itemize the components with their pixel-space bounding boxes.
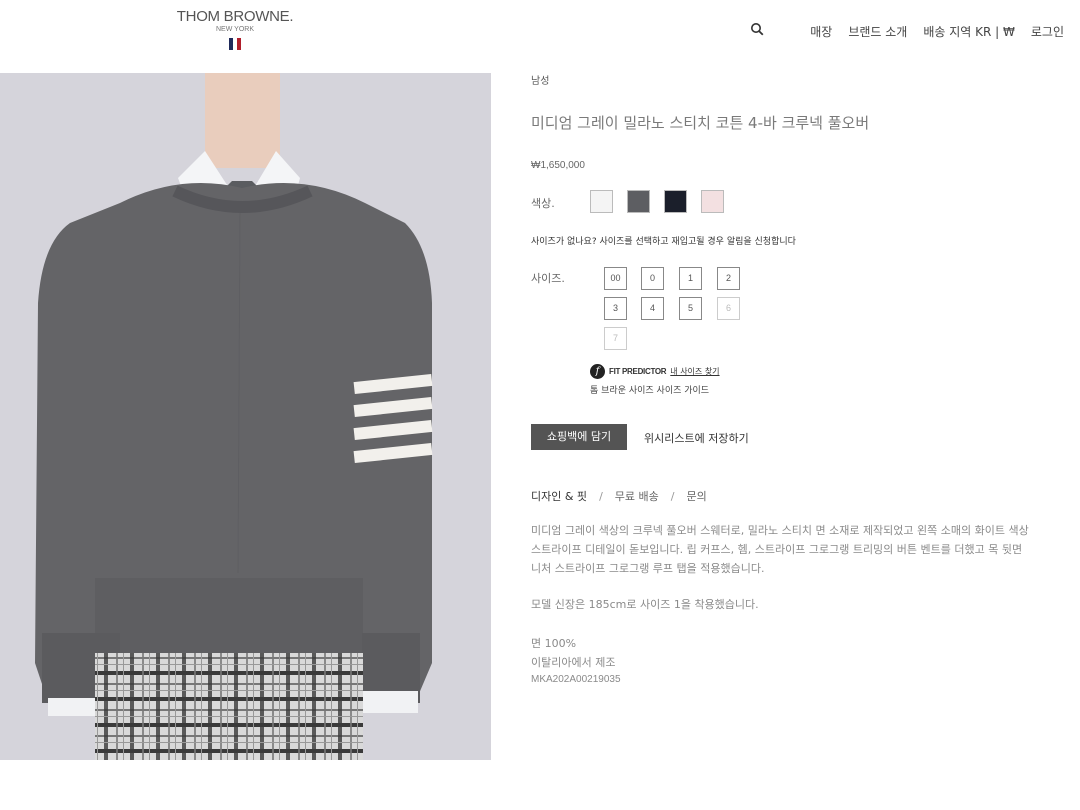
material-composition: 면 100% <box>531 637 577 650</box>
size-option-0[interactable]: 0 <box>641 267 664 290</box>
nav-about-brand[interactable]: 브랜드 소개 <box>848 23 907 40</box>
tab-inquiry[interactable]: 문의 <box>686 490 706 503</box>
product-sku: MKA202A00219035 <box>531 674 621 685</box>
size-option-7[interactable]: 7 <box>604 327 627 350</box>
size-option-00[interactable]: 00 <box>604 267 627 290</box>
top-nav: 매장 브랜드 소개 배송 지역 KR | ₩ 로그인 <box>750 22 1064 40</box>
nav-login[interactable]: 로그인 <box>1031 23 1064 40</box>
product-title: 미디엄 그레이 밀라노 스티치 코튼 4-바 크루넥 풀오버 <box>531 114 870 132</box>
fit-predictor-icon: f <box>590 364 605 379</box>
size-restock-note: 사이즈가 없나요? 사이즈를 선택하고 재입고될 경우 알림을 신청합니다 <box>531 237 796 247</box>
tab-separator: / <box>599 490 603 503</box>
color-swatch-medium-grey[interactable] <box>627 190 650 213</box>
product-description: 미디엄 그레이 색상의 크루넥 풀오버 스웨터로, 밀라노 스티치 면 소재로 … <box>531 521 1080 578</box>
fit-predictor-label: FIT PREDICTOR <box>609 367 667 376</box>
detail-tabs: 디자인 & 핏 / 무료 배송 / 문의 <box>531 488 707 504</box>
description-line: 미디엄 그레이 색상의 크루넥 풀오버 스웨터로, 밀라노 스티치 면 소재로 … <box>531 524 1029 537</box>
description-line: 니처 스트라이프 그로그랭 루프 탭을 적용했습니다. <box>531 562 765 575</box>
tab-separator: / <box>670 490 675 503</box>
logo-subtitle: NEW YORK <box>216 26 254 33</box>
save-to-wishlist-link[interactable]: 위시리스트에 저장하기 <box>644 430 749 446</box>
nav-shipping-region[interactable]: 배송 지역 KR | ₩ <box>923 23 1015 40</box>
model-info: 모델 신장은 185cm로 사이즈 1을 착용했습니다. <box>531 598 759 611</box>
tab-free-shipping[interactable]: 무료 배송 <box>615 490 659 503</box>
fit-predictor: f FIT PREDICTOR 내 사이즈 찾기 <box>590 364 720 379</box>
size-option-2[interactable]: 2 <box>717 267 740 290</box>
tab-design-fit[interactable]: 디자인 & 핏 <box>531 490 587 503</box>
country-of-origin: 이탈리아에서 제조 <box>531 656 616 669</box>
flag-icon <box>229 38 241 50</box>
logo-wordmark: THOM BROWNE. <box>176 8 294 25</box>
size-guide-link[interactable]: 톰 브라운 사이즈 사이즈 가이드 <box>590 383 709 396</box>
site-header: THOM BROWNE. NEW YORK 매장 브랜드 소개 배송 지역 KR… <box>0 0 1080 73</box>
size-label: 사이즈. <box>531 272 565 285</box>
color-swatch-white[interactable] <box>590 190 613 213</box>
size-option-4[interactable]: 4 <box>641 297 664 320</box>
color-swatch-navy[interactable] <box>664 190 687 213</box>
search-icon[interactable] <box>750 22 772 40</box>
size-option-3[interactable]: 3 <box>604 297 627 320</box>
size-option-1[interactable]: 1 <box>679 267 702 290</box>
material-info: 면 100% 이탈리아에서 제조 <box>531 634 615 672</box>
nav-stores[interactable]: 매장 <box>810 23 832 40</box>
description-line: 스트라이프 디테일이 돋보입니다. 립 커프스, 헴, 스트라이프 그로그랭 트… <box>531 543 1023 556</box>
brand-logo[interactable]: THOM BROWNE. NEW YORK <box>176 8 294 50</box>
size-option-6[interactable]: 6 <box>717 297 740 320</box>
find-my-size-link[interactable]: 내 사이즈 찾기 <box>670 366 719 377</box>
breadcrumb[interactable]: 남성 <box>531 72 549 87</box>
product-image[interactable] <box>0 73 491 760</box>
color-label: 색상. <box>531 197 555 210</box>
color-swatch-pink[interactable] <box>701 190 724 213</box>
size-option-5[interactable]: 5 <box>679 297 702 320</box>
add-to-bag-button[interactable]: 쇼핑백에 담기 <box>531 424 627 450</box>
color-swatches <box>590 190 738 213</box>
product-price: ₩1,650,000 <box>531 160 585 171</box>
